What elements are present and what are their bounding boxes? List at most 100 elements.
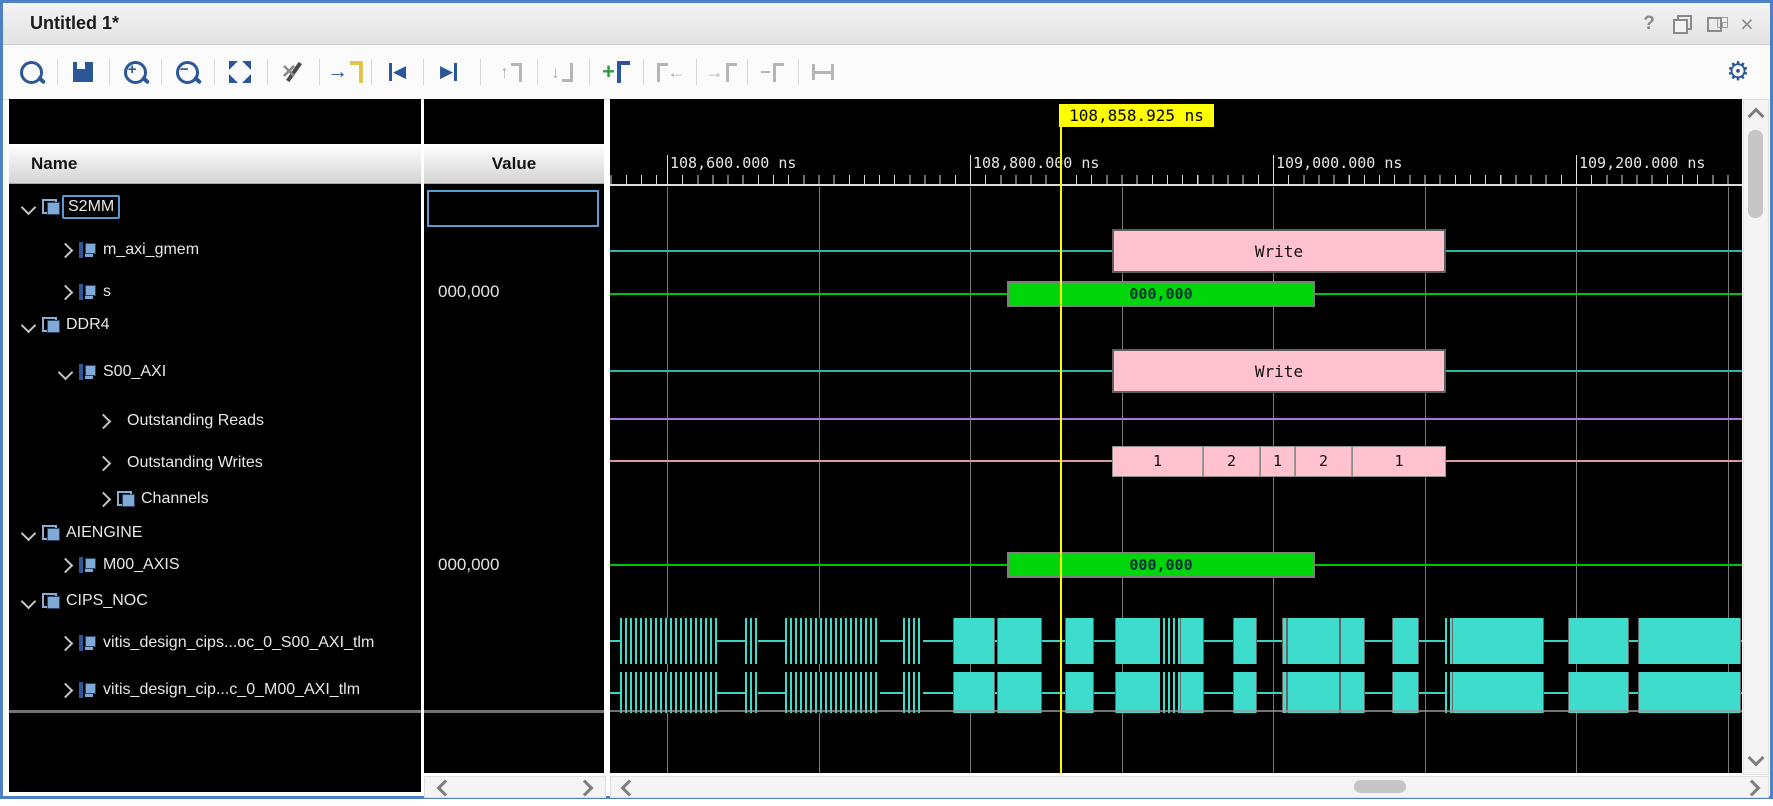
search-icon[interactable]	[11, 53, 51, 91]
help-icon[interactable]: ?	[1636, 11, 1662, 37]
activity-band-segment[interactable]	[1287, 672, 1340, 713]
settings-gear-icon[interactable]: ⚙	[1724, 57, 1752, 85]
value-column-header[interactable]: Value	[424, 144, 604, 184]
activity-band-segment[interactable]	[1287, 618, 1340, 664]
activity-band-segment[interactable]	[1180, 618, 1204, 664]
time-cursor-label[interactable]: 108,858.925 ns	[1059, 104, 1214, 127]
expand-chevron-icon[interactable]	[96, 455, 112, 471]
signal-label[interactable]: Outstanding Reads	[127, 412, 264, 430]
activity-band-segment[interactable]	[745, 618, 758, 664]
collapse-chevron-icon[interactable]	[21, 525, 37, 541]
stream-value-bar[interactable]: 000,000	[1007, 552, 1315, 578]
tree-row-s2mm[interactable]: S2MM	[9, 192, 421, 222]
activity-band-segment[interactable]	[1638, 672, 1741, 713]
value-hscrollbar[interactable]	[424, 776, 606, 798]
activity-band-segment[interactable]	[745, 672, 758, 713]
selected-value-cell[interactable]	[427, 190, 599, 227]
tree-row-vitis-design-cips-oc-0-s00-axi-tlm[interactable]: vitis_design_cips...oc_0_S00_AXI_tlm	[9, 628, 421, 658]
activity-band-segment[interactable]	[1233, 672, 1257, 713]
wave-scroll-left-icon[interactable]	[621, 780, 638, 797]
activity-band-segment[interactable]	[903, 618, 923, 664]
activity-band-segment[interactable]	[997, 618, 1042, 664]
signal-label[interactable]: vitis_design_cips...oc_0_S00_AXI_tlm	[103, 634, 374, 652]
zoom-fit-icon[interactable]	[220, 53, 260, 91]
signal-label[interactable]: S00_AXI	[103, 363, 166, 381]
name-column-header[interactable]: Name	[9, 144, 421, 184]
signal-label[interactable]: vitis_design_cip...c_0_M00_AXI_tlm	[103, 681, 360, 699]
activity-band-segment[interactable]	[620, 618, 717, 664]
collapse-chevron-icon[interactable]	[58, 364, 74, 380]
signal-label[interactable]: S2MM	[62, 195, 120, 219]
activity-band-segment[interactable]	[1568, 672, 1629, 713]
outstanding-count-segment[interactable]: 1	[1112, 446, 1203, 477]
activity-band-segment[interactable]	[620, 672, 717, 713]
activity-band-segment[interactable]	[1340, 618, 1365, 664]
expand-chevron-icon[interactable]	[58, 635, 74, 651]
tree-row-ddr4[interactable]: DDR4	[9, 310, 421, 340]
activity-band-segment[interactable]	[1392, 618, 1419, 664]
activity-band-segment[interactable]	[953, 618, 995, 664]
float-icon[interactable]	[1669, 11, 1695, 37]
tree-row-aiengine[interactable]: AIENGINE	[9, 518, 421, 548]
zoom-out-icon[interactable]: −	[167, 53, 207, 91]
activity-band-segment[interactable]	[1180, 672, 1204, 713]
expand-chevron-icon[interactable]	[58, 682, 74, 698]
maximize-icon[interactable]: ◲	[1701, 11, 1727, 37]
tree-row-outstanding-writes[interactable]: Outstanding Writes	[9, 448, 421, 478]
signal-label[interactable]: m_axi_gmem	[103, 241, 199, 259]
activity-band-segment[interactable]	[1445, 672, 1452, 713]
activity-band-segment[interactable]	[1065, 672, 1094, 713]
zoom-in-icon[interactable]: +	[115, 53, 155, 91]
previous-transition-icon[interactable]: ◀	[377, 53, 417, 91]
activity-band-segment[interactable]	[1452, 618, 1544, 664]
activity-band-segment[interactable]	[785, 618, 880, 664]
activity-band-segment[interactable]	[1158, 618, 1180, 664]
wave-scroll-down-icon[interactable]	[1748, 750, 1765, 767]
tree-row-cips-noc[interactable]: CIPS_NOC	[9, 586, 421, 616]
expand-chevron-icon[interactable]	[58, 242, 74, 258]
activity-band-segment[interactable]	[1158, 672, 1180, 713]
signal-label[interactable]: Channels	[141, 490, 209, 508]
expand-chevron-icon[interactable]	[58, 284, 74, 300]
tree-row-vitis-design-cip-c-0-m00-axi-tlm[interactable]: vitis_design_cip...c_0_M00_AXI_tlm	[9, 675, 421, 705]
activity-band-segment[interactable]	[903, 672, 923, 713]
value-scroll-right-icon[interactable]	[577, 780, 594, 797]
wave-scroll-right-icon[interactable]	[1744, 780, 1761, 797]
activity-band-segment[interactable]	[1065, 618, 1094, 664]
outstanding-count-segment[interactable]: 2	[1203, 446, 1260, 477]
expand-chevron-icon[interactable]	[96, 413, 112, 429]
signal-label[interactable]: M00_AXIS	[103, 556, 179, 574]
activity-band-segment[interactable]	[1340, 672, 1365, 713]
outstanding-writes-bar[interactable]: 12121	[1112, 446, 1446, 477]
add-marker-icon[interactable]: +	[596, 53, 636, 91]
waveform-canvas[interactable]: 108,600.000 ns108,800.000 ns109,000.000 …	[610, 99, 1742, 773]
tree-row-s00-axi[interactable]: S00_AXI	[9, 357, 421, 387]
collapse-chevron-icon[interactable]	[21, 593, 37, 609]
activity-band-segment[interactable]	[997, 672, 1042, 713]
expand-chevron-icon[interactable]	[58, 557, 74, 573]
signal-label[interactable]: AIENGINE	[66, 524, 142, 542]
signal-label[interactable]: Outstanding Writes	[127, 454, 263, 472]
tree-row-outstanding-reads[interactable]: Outstanding Reads	[9, 406, 421, 436]
save-icon[interactable]	[63, 53, 103, 91]
wave-vscroll-thumb[interactable]	[1748, 130, 1763, 218]
transaction-bar[interactable]: Write	[1112, 349, 1446, 393]
transaction-bar[interactable]: Write	[1112, 229, 1446, 273]
value-scroll-left-icon[interactable]	[437, 780, 454, 797]
activity-band-segment[interactable]	[1115, 672, 1160, 713]
wave-vscrollbar[interactable]	[1743, 99, 1769, 775]
activity-band-segment[interactable]	[785, 672, 880, 713]
activity-band-segment[interactable]	[1568, 618, 1629, 664]
signal-label[interactable]: s	[103, 283, 111, 301]
activity-band-segment[interactable]	[1392, 672, 1419, 713]
activity-band-segment[interactable]	[1233, 618, 1257, 664]
collapse-chevron-icon[interactable]	[21, 317, 37, 333]
tree-row-m00-axis[interactable]: M00_AXIS	[9, 550, 421, 580]
signal-label[interactable]: CIPS_NOC	[66, 592, 148, 610]
stream-value-bar[interactable]: 000,000	[1007, 281, 1315, 307]
signal-label[interactable]: DDR4	[66, 316, 110, 334]
time-cursor-line[interactable]	[1060, 107, 1062, 773]
tree-row-m-axi-gmem[interactable]: m_axi_gmem	[9, 235, 421, 265]
wave-scroll-up-icon[interactable]	[1748, 108, 1765, 125]
outstanding-count-segment[interactable]: 2	[1295, 446, 1352, 477]
